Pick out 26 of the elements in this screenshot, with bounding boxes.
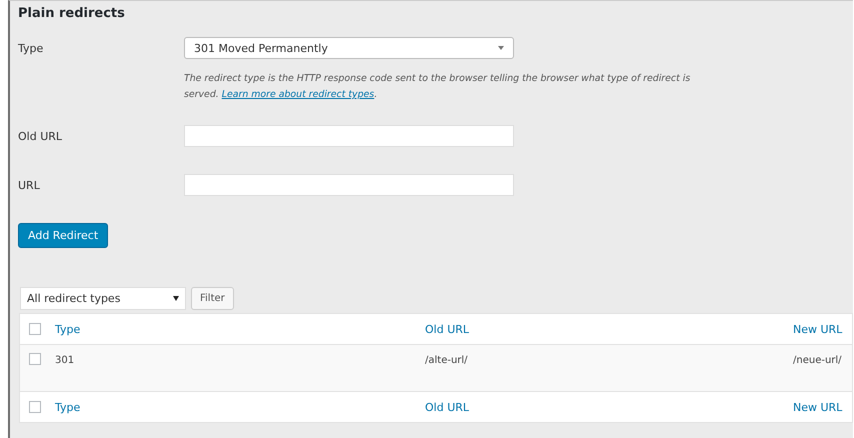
caret-icon (173, 296, 179, 301)
field-label: URL (18, 178, 41, 192)
table-cell: /alte-url/ (425, 355, 468, 366)
field-label: Type (18, 42, 44, 54)
checkbox[interactable] (29, 401, 41, 413)
type-dropdown[interactable]: 301 Moved Permanently (184, 37, 514, 59)
checkbox[interactable] (29, 353, 41, 365)
table-cell: 301 (55, 355, 74, 366)
column-header-link[interactable]: New URL (793, 322, 842, 336)
checkbox[interactable] (29, 323, 41, 335)
help-text: The redirect type is the HTTP response code sent to the browser telling the browser what type of redirect is served. Learn more about redirect types. (184, 72, 692, 102)
table-cell: /neue-url/ (793, 355, 842, 366)
filter-button[interactable]: Filter (191, 287, 234, 310)
column-header-link[interactable]: Type (55, 322, 80, 336)
column-header-link[interactable]: New URL (793, 400, 842, 414)
section-title: Plain redirects (18, 6, 126, 23)
column-header-link[interactable]: Old URL (425, 400, 470, 414)
url-input-field[interactable] (184, 125, 514, 147)
redirect-type-dropdown[interactable]: All redirect types (20, 287, 186, 310)
column-header-link[interactable]: Type (55, 400, 80, 414)
url-input-field[interactable] (184, 174, 514, 196)
field-label: Old URL (18, 130, 64, 142)
column-header-link[interactable]: Old URL (425, 322, 470, 336)
help-link[interactable]: Learn more about redirect types (222, 89, 374, 100)
add-redirect-button[interactable]: Add Redirect (18, 223, 108, 248)
caret-icon (498, 46, 504, 50)
